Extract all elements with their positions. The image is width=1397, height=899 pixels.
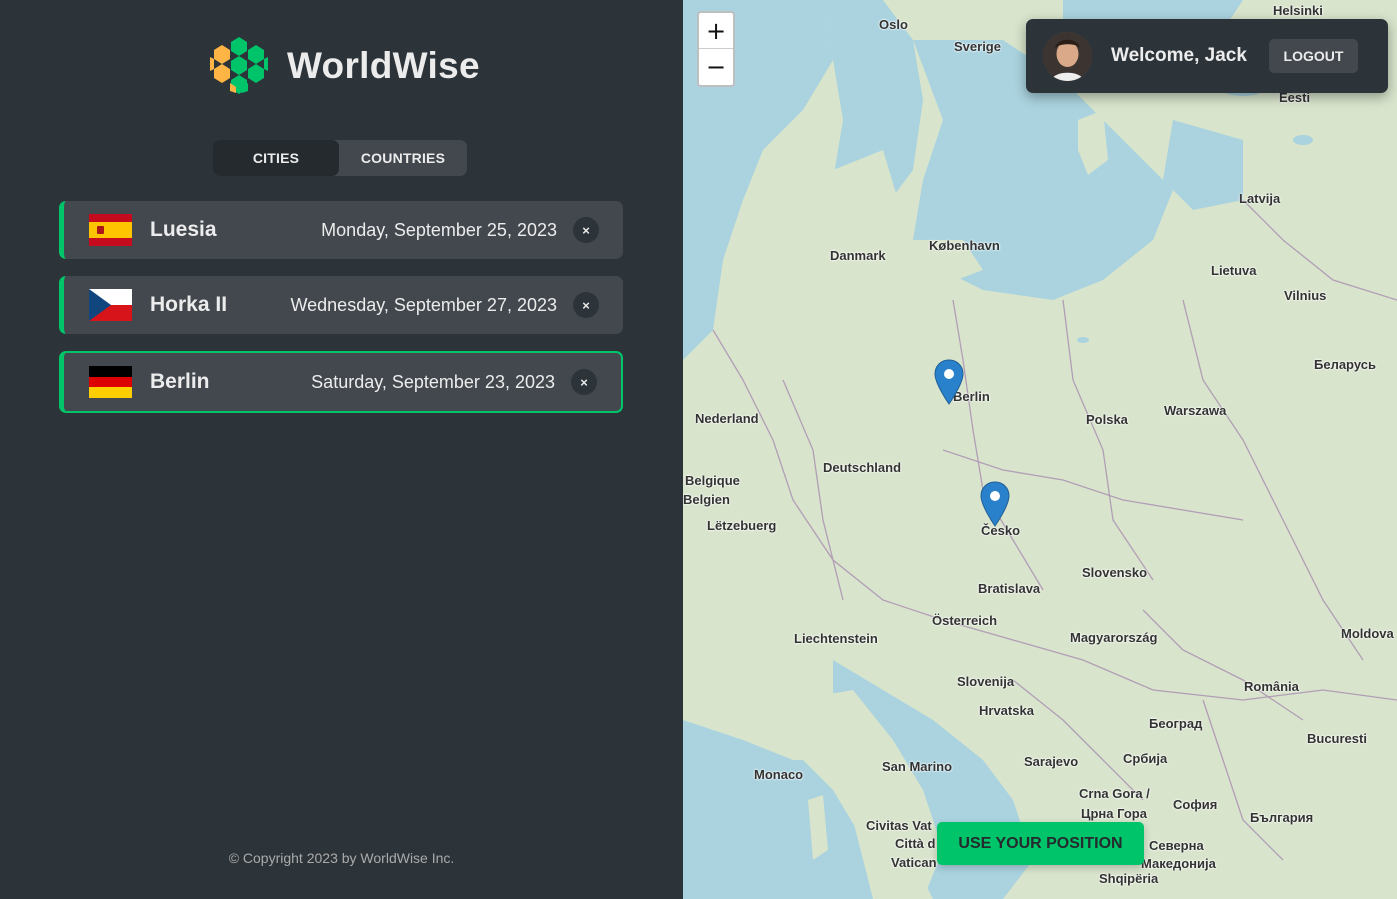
czech-flag-icon [89, 289, 132, 321]
logout-button[interactable]: LOGOUT [1269, 39, 1358, 73]
app-name: WorldWise [287, 45, 480, 86]
map-label: România [1244, 679, 1299, 694]
map[interactable]: Oslo Sverige Helsinki Eesti Latvija Liet… [683, 0, 1397, 899]
zoom-in-button[interactable]: + [699, 13, 733, 49]
map-label: Vatican [891, 855, 937, 870]
tab-cities[interactable]: CITIES [213, 140, 339, 176]
map-label: Sverige [954, 39, 1001, 54]
map-label: Slovensko [1082, 565, 1148, 580]
map-label: Shqipëria [1099, 871, 1159, 886]
map-label: Magyarország [1070, 630, 1158, 645]
map-label: Lëtzebuerg [707, 518, 777, 533]
logo-icon [210, 37, 268, 94]
map-label: Северна [1149, 838, 1204, 853]
spain-flag-icon [89, 214, 132, 246]
horka-map-marker-icon[interactable] [980, 481, 1010, 527]
map-label: Warszawa [1164, 403, 1227, 418]
map-label: Беларусь [1314, 357, 1376, 372]
map-label: København [929, 238, 1000, 253]
user-panel: Welcome, Jack LOGOUT [1026, 19, 1388, 93]
map-label: Sarajevo [1024, 754, 1079, 769]
map-label: Danmark [830, 248, 886, 263]
map-label: Moldova [1341, 626, 1394, 641]
map-label: Città d [895, 836, 936, 851]
city-date: Wednesday, September 27, 2023 [290, 294, 557, 315]
map-label: Hrvatska [979, 703, 1034, 718]
map-label: Београд [1149, 716, 1203, 731]
copyright: © Copyright 2023 by WorldWise Inc. [228, 850, 455, 866]
city-name: Horka II [150, 293, 228, 316]
germany-flag-icon [89, 366, 132, 398]
city-item-luesia[interactable]: Luesia Monday, September 25, 2023 × [59, 201, 623, 259]
welcome-message: Welcome, Jack [1111, 45, 1247, 66]
map-label: Bratislava [978, 581, 1041, 596]
map-label: Vilnius [1284, 288, 1327, 303]
map-label: Monaco [754, 767, 804, 782]
zoom-out-button[interactable]: − [699, 49, 733, 85]
map-label: Deutschland [823, 460, 902, 475]
map-label: San Marino [882, 759, 953, 774]
map-label: Belgien [683, 492, 730, 507]
map-label: Србија [1123, 751, 1168, 766]
city-name: Luesia [150, 218, 217, 241]
tab-bar: CITIES COUNTRIES [213, 140, 467, 176]
map-label: Црна Гора [1081, 806, 1147, 821]
delete-city-button[interactable]: × [573, 217, 599, 243]
delete-city-button[interactable]: × [573, 292, 599, 318]
map-label: Civitas Vat [866, 818, 932, 833]
map-label: Македонија [1141, 856, 1216, 871]
map-label: Nederland [695, 411, 759, 426]
map-label: Polska [1086, 412, 1128, 427]
sidebar: WorldWise CITIES COUNTRIES Luesia Monday… [0, 0, 683, 899]
city-name: Berlin [150, 370, 210, 393]
tab-countries[interactable]: COUNTRIES [339, 140, 467, 176]
map-label: Crna Gora / [1079, 786, 1150, 801]
map-label: Slovenija [957, 674, 1015, 689]
logo[interactable]: WorldWise [206, 33, 480, 99]
city-list: Luesia Monday, September 25, 2023 × Hork… [59, 201, 623, 430]
map-label: Liechtenstein [794, 631, 878, 646]
map-label: Österreich [932, 613, 998, 628]
map-label: България [1250, 810, 1314, 825]
avatar [1043, 31, 1092, 81]
map-label: София [1173, 797, 1218, 812]
zoom-control: + − [697, 11, 735, 87]
city-date: Saturday, September 23, 2023 [311, 371, 555, 392]
map-label: Belgique [685, 473, 740, 488]
map-label: Lietuva [1211, 263, 1257, 278]
map-label: Helsinki [1273, 3, 1323, 18]
map-label: Oslo [879, 17, 908, 32]
map-label: Bucuresti [1307, 731, 1367, 746]
map-label: Latvija [1239, 191, 1281, 206]
city-date: Monday, September 25, 2023 [321, 219, 557, 240]
city-item-horka[interactable]: Horka II Wednesday, September 27, 2023 × [59, 276, 623, 334]
city-item-berlin[interactable]: Berlin Saturday, September 23, 2023 × [59, 351, 623, 413]
use-position-button[interactable]: USE YOUR POSITION [937, 822, 1144, 865]
delete-city-button[interactable]: × [571, 369, 597, 395]
berlin-map-marker-icon[interactable] [934, 359, 964, 405]
